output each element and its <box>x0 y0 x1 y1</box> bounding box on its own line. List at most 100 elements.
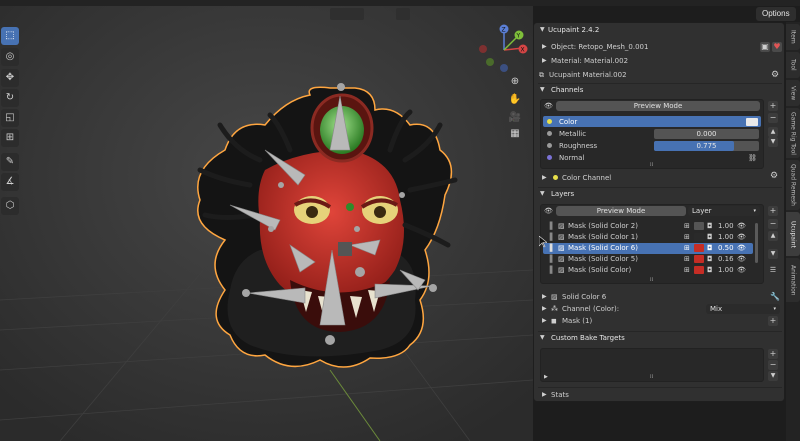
drag-icon[interactable]: ▐ <box>547 254 552 264</box>
mask-label[interactable]: Mask (1) <box>562 316 592 326</box>
expand-caret-icon[interactable]: ▶ <box>542 316 547 326</box>
preview-mode-button[interactable]: Preview Mode <box>556 101 760 111</box>
viewport-scene[interactable] <box>0 0 533 441</box>
tab-game-rig-tool[interactable]: Game Rig Tool <box>786 108 800 158</box>
measure-tool[interactable]: ∡ <box>1 173 19 191</box>
transform-tool[interactable]: ⊞ <box>1 129 19 147</box>
object-label[interactable]: Object: Retopo_Mesh_0.001 <box>551 42 648 52</box>
bake-targets-header[interactable]: Custom Bake Targets <box>551 333 625 343</box>
visibility-eye-icon[interactable]: 👁 <box>737 254 746 264</box>
resize-handle-icon[interactable]: ⁞⁞ <box>650 160 653 170</box>
mask-circle-icon[interactable]: ◘ <box>707 265 713 275</box>
wrench-icon[interactable]: 🔧 <box>770 292 780 302</box>
collapse-caret-icon[interactable]: ▼ <box>540 85 545 95</box>
add-bake-target-button[interactable]: + <box>768 349 778 359</box>
select-box-tool[interactable]: ⬚ <box>1 27 19 45</box>
move-tool[interactable]: ✥ <box>1 69 19 87</box>
layer-swatch[interactable] <box>694 233 704 241</box>
layer-opacity[interactable]: 0.50 <box>718 243 734 253</box>
mode-dropdown[interactable] <box>330 8 364 20</box>
eye-icon[interactable]: 👁 <box>544 206 553 216</box>
eye-icon[interactable]: 👁 <box>544 101 553 111</box>
snap-toggle[interactable] <box>396 8 410 20</box>
layer-swatch[interactable] <box>694 222 704 230</box>
tab-item[interactable]: Item <box>786 24 800 50</box>
visibility-eye-icon[interactable]: 👁 <box>737 243 746 253</box>
tab-quad-remesh[interactable]: Quad Remesh <box>786 160 800 210</box>
add-channel-button[interactable]: + <box>768 101 778 111</box>
color-channel-label[interactable]: Color Channel <box>562 173 611 183</box>
drag-icon[interactable]: ▐ <box>547 243 552 253</box>
add-layer-button[interactable]: + <box>768 206 778 216</box>
tab-animation[interactable]: Animation <box>786 258 800 302</box>
move-up-button[interactable]: ▲ <box>768 231 778 241</box>
pan-hand-icon[interactable]: ✋ <box>506 90 524 108</box>
filter-caret-icon[interactable]: ▶ <box>544 372 548 382</box>
expand-caret-icon[interactable]: ▶ <box>542 304 547 314</box>
texture-icon[interactable]: ⊞ <box>684 254 690 264</box>
texture-icon[interactable]: ⊞ <box>684 265 690 275</box>
drag-icon[interactable]: ▐ <box>547 232 552 242</box>
move-down-button[interactable]: ▼ <box>768 249 778 259</box>
mask-circle-icon[interactable]: ◘ <box>707 243 713 253</box>
collapse-caret-icon[interactable]: ▼ <box>540 25 545 35</box>
visibility-eye-icon[interactable]: 👁 <box>737 265 746 275</box>
link-icon[interactable]: ⛓ <box>748 153 757 163</box>
mask-circle-icon[interactable]: ◘ <box>707 254 713 264</box>
resize-handle-icon[interactable]: ⁞⁞ <box>650 372 653 382</box>
move-down-button[interactable]: ▼ <box>768 137 778 147</box>
zoom-icon[interactable]: ⊕ <box>506 72 524 90</box>
layer-opacity[interactable]: 1.00 <box>718 232 734 242</box>
metallic-value-field[interactable]: 0.000 <box>654 129 759 139</box>
blend-mode-dropdown[interactable]: Mix ▾ <box>706 304 780 314</box>
layer-swatch[interactable] <box>694 255 704 263</box>
expand-caret-icon[interactable]: ▶ <box>542 173 547 183</box>
resize-handle-icon[interactable]: ⁞⁞ <box>650 275 653 285</box>
collapse-caret-icon[interactable]: ▼ <box>540 333 545 343</box>
layer-options-button[interactable]: ☰ <box>768 265 778 275</box>
heart-icon[interactable]: ♥ <box>772 42 782 52</box>
layer-opacity[interactable]: 0.16 <box>718 254 734 264</box>
material-label[interactable]: Material: Material.002 <box>551 56 628 66</box>
stats-label[interactable]: Stats <box>551 390 569 400</box>
rotate-tool[interactable]: ↻ <box>1 89 19 107</box>
tab-ucupaint[interactable]: Ucupaint <box>786 212 800 256</box>
layer-mode-dropdown[interactable]: Layer ▾ <box>688 206 760 216</box>
drag-icon[interactable]: ▐ <box>547 265 552 275</box>
annotate-tool[interactable]: ✎ <box>1 153 19 171</box>
layers-header[interactable]: Layers <box>551 189 574 199</box>
solid-color-label[interactable]: Solid Color 6 <box>562 292 606 302</box>
visibility-eye-icon[interactable]: 👁 <box>737 232 746 242</box>
tab-view[interactable]: View <box>786 80 800 106</box>
expand-caret-icon[interactable]: ▶ <box>542 292 547 302</box>
texture-icon[interactable]: ⊞ <box>684 243 690 253</box>
expand-caret-icon[interactable]: ▶ <box>542 56 547 66</box>
layer-opacity[interactable]: 1.00 <box>718 221 734 231</box>
gear-icon[interactable]: ⚙ <box>770 171 778 181</box>
image-icon[interactable]: ▣ <box>760 42 770 52</box>
remove-channel-button[interactable]: − <box>768 113 778 123</box>
cursor-tool[interactable]: ◎ <box>1 48 19 66</box>
collapse-caret-icon[interactable]: ▼ <box>540 189 545 199</box>
layer-scrollbar[interactable] <box>755 223 758 263</box>
scale-tool[interactable]: ◱ <box>1 109 19 127</box>
visibility-eye-icon[interactable]: 👁 <box>737 221 746 231</box>
add-cube-tool[interactable]: ⬡ <box>1 197 19 215</box>
mask-circle-icon[interactable]: ◘ <box>707 221 713 231</box>
roughness-value-field[interactable]: 0.775 <box>654 141 759 151</box>
drag-icon[interactable]: ▐ <box>547 221 552 231</box>
remove-layer-button[interactable]: − <box>768 219 778 229</box>
texture-icon[interactable]: ⊞ <box>684 232 690 242</box>
add-mask-button[interactable]: + <box>768 316 778 326</box>
mask-circle-icon[interactable]: ◘ <box>707 232 713 242</box>
remove-bake-target-button[interactable]: − <box>768 360 778 370</box>
channels-header[interactable]: Channels <box>551 85 583 95</box>
options-button[interactable]: Options <box>756 7 796 21</box>
navigation-gizmo[interactable]: Z X Y <box>475 22 533 77</box>
3d-viewport[interactable]: ⬚ ◎ ✥ ↻ ◱ ⊞ ✎ ∡ ⬡ Z X Y ⊕ ✋ 🎥 ▦ <box>0 0 533 441</box>
move-up-button[interactable]: ▲ <box>768 127 778 137</box>
tab-tool[interactable]: Tool <box>786 52 800 78</box>
gear-icon[interactable]: ⚙ <box>771 70 779 80</box>
layer-preview-mode-button[interactable]: Preview Mode <box>556 206 686 216</box>
layer-swatch[interactable] <box>694 244 704 252</box>
